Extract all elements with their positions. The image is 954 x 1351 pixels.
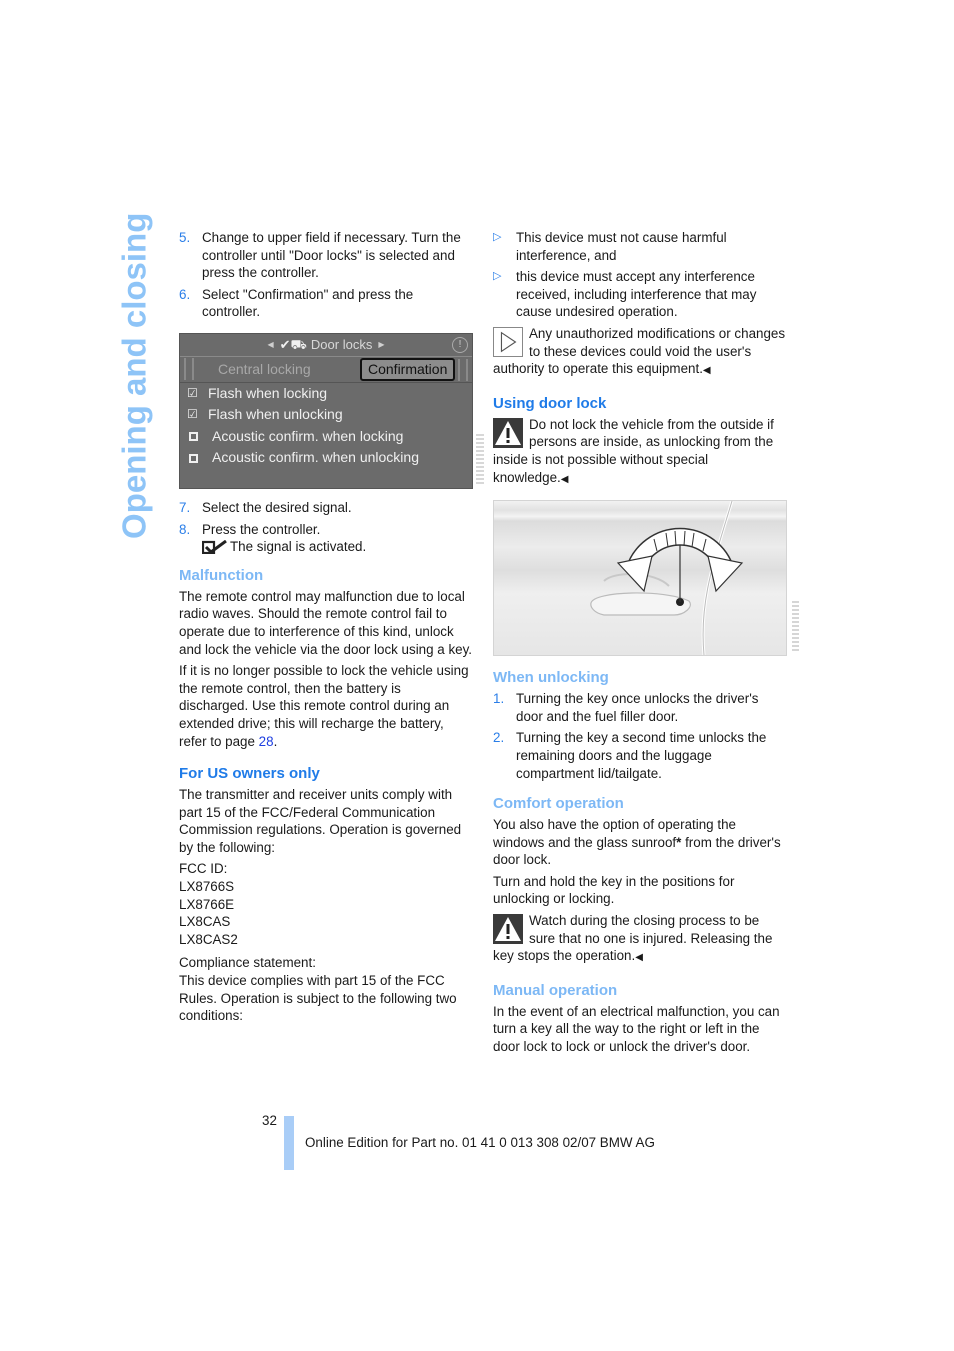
note-text: Any unauthorized modifications or change…	[493, 325, 786, 377]
end-mark-icon: ◀	[560, 473, 569, 485]
fcc-id: LX8CAS	[179, 914, 231, 930]
step-number: 8.	[179, 521, 191, 537]
idrive-option: ☑ Flash when unlocking	[180, 404, 472, 426]
fcc-id-block: FCC ID: LX8766S LX8766E LX8CAS LX8CAS2	[179, 860, 473, 948]
step-text: Select "Confirmation" and press the cont…	[202, 286, 414, 320]
right-column: ▷ This device must not cause harmful int…	[493, 229, 799, 1060]
warning-closing: Watch during the closing process to be s…	[493, 912, 787, 967]
heading-malfunction: Malfunction	[179, 566, 264, 584]
idrive-option: Acoustic confirm. when unlocking	[180, 447, 472, 469]
option-label: Flash when unlocking	[208, 406, 343, 423]
condition-item: ▷ this device must accept any interferen…	[493, 268, 787, 321]
warning-text: Watch during the closing process to be s…	[493, 913, 773, 964]
compliance-text: This device complies with part 15 of the…	[179, 973, 457, 1024]
chapter-side-title: Opening and closing	[110, 213, 158, 539]
tab-grip-left	[184, 358, 194, 381]
step-number: 2.	[493, 730, 505, 746]
footer-accent-bar	[284, 1116, 294, 1170]
idrive-tabs: Central locking Confirmation	[180, 357, 472, 383]
info-icon: !	[452, 336, 468, 353]
signal-activated-text: The signal is activated.	[230, 539, 367, 555]
battery-text-end: .	[273, 733, 278, 749]
car-check-icon: ✔⛟	[279, 337, 307, 353]
unchecked-box-icon	[189, 453, 198, 463]
condition-item: ▷ This device must not cause harmful int…	[493, 229, 787, 264]
bullet-triangle-icon: ▷	[493, 270, 502, 283]
step-item: 8. Press the controller.	[179, 521, 473, 539]
checkbox-checked-icon	[202, 539, 227, 554]
fcc-id: LX8CAS2	[179, 931, 238, 947]
idrive-option: ☑ Flash when locking	[180, 383, 472, 405]
checked-box-icon: ☑	[187, 385, 198, 400]
page-link-28[interactable]: 28	[259, 734, 274, 749]
battery-paragraph: If it is no longer possible to lock the …	[179, 662, 473, 750]
step-text: Select the desired signal.	[202, 499, 352, 515]
heading-manual-operation: Manual operation	[493, 981, 618, 999]
step-text: Change to upper field if necessary. Turn…	[202, 230, 461, 281]
manual-paragraph: In the event of an electrical malfunctio…	[493, 1003, 780, 1055]
page-number: 32	[262, 1113, 277, 1128]
step-text: Turning the key once unlocks the driver'…	[516, 691, 759, 724]
option-label: Acoustic confirm. when locking	[212, 427, 404, 444]
arrow-left-icon: ◀	[267, 340, 274, 350]
fcc-id-label: FCC ID:	[179, 861, 228, 877]
warning-text: Do not lock the vehicle from the outside…	[493, 416, 774, 485]
compliance-block: Compliance statement: This device compli…	[179, 954, 473, 1024]
left-column: 5. Change to upper field if necessary. T…	[179, 229, 484, 1029]
comfort-paragraph: You also have the option of operating th…	[493, 816, 787, 869]
step-number: 1.	[493, 691, 505, 707]
note-triangle-icon	[493, 326, 523, 357]
step-text: Turning the key a second time unlocks th…	[516, 730, 767, 781]
end-mark-icon: ◀	[702, 365, 711, 377]
condition-text: this device must accept any interference…	[516, 269, 757, 320]
warning-icon	[493, 417, 523, 448]
tab-confirmation: Confirmation	[360, 357, 456, 382]
arrow-right-icon: ▶	[378, 340, 385, 350]
idrive-screen-image: ◀ ✔⛟ Door locks ▶ ! Central locking Conf…	[179, 332, 484, 489]
step-item: 5. Change to upper field if necessary. T…	[179, 229, 473, 282]
battery-text: If it is no longer possible to lock the …	[179, 663, 469, 749]
compliance-label: Compliance statement:	[179, 955, 316, 971]
heading-comfort-operation: Comfort operation	[493, 795, 624, 813]
door-lock-illustration	[493, 500, 799, 657]
tab-central-locking: Central locking	[218, 360, 311, 377]
unchecked-box-icon	[189, 432, 198, 442]
step-item: 6. Select "Confirmation" and press the c…	[179, 286, 473, 321]
option-label: Flash when locking	[208, 384, 328, 401]
heading-us-owners: For US owners only	[179, 765, 320, 783]
chapter-title-text: Opening and closing	[115, 212, 153, 540]
fcc-paragraph: The transmitter and receiver units compl…	[179, 787, 462, 855]
malfunction-paragraph: The remote control may malfunction due t…	[179, 588, 473, 657]
heading-when-unlocking: When unlocking	[493, 669, 609, 687]
heading-using-door-lock: Using door lock	[493, 394, 607, 412]
end-mark-icon: ◀	[635, 952, 643, 964]
step-number: 6.	[179, 286, 191, 302]
tab-grip-right	[458, 358, 468, 381]
warning-door-lock: Do not lock the vehicle from the outside…	[493, 416, 787, 488]
note-unauthorized: Any unauthorized modifications or change…	[493, 325, 787, 380]
condition-text: This device must not cause harmful inter…	[516, 230, 727, 263]
idrive-option: Acoustic confirm. when locking	[180, 426, 472, 448]
step-item: 2. Turning the key a second time unlocks…	[493, 729, 787, 782]
image-code-vertical	[792, 601, 799, 654]
option-label: Acoustic confirm. when unlocking	[212, 449, 419, 466]
step-number: 5.	[179, 230, 191, 245]
step-item: 1. Turning the key once unlocks the driv…	[493, 690, 787, 725]
warning-icon	[493, 914, 523, 945]
fcc-id: LX8766E	[179, 896, 235, 912]
step-number: 7.	[179, 499, 191, 515]
comfort-hold-paragraph: Turn and hold the key in the positions f…	[493, 873, 735, 907]
image-code-vertical	[476, 433, 484, 484]
door-handle-key-rotation-image	[590, 500, 744, 656]
bullet-triangle-icon: ▷	[493, 231, 502, 243]
signal-activated-line: The signal is activated.	[179, 538, 473, 556]
step-text: Press the controller.	[202, 521, 321, 537]
checked-box-icon: ☑	[187, 407, 198, 422]
footer-edition-text: Online Edition for Part no. 01 41 0 013 …	[305, 1135, 655, 1150]
idrive-menu-title-bar: ◀ ✔⛟ Door locks ▶ !	[180, 334, 472, 357]
idrive-menu-title: Door locks	[310, 337, 373, 353]
step-item: 7. Select the desired signal.	[179, 499, 473, 517]
fcc-id: LX8766S	[179, 879, 235, 895]
